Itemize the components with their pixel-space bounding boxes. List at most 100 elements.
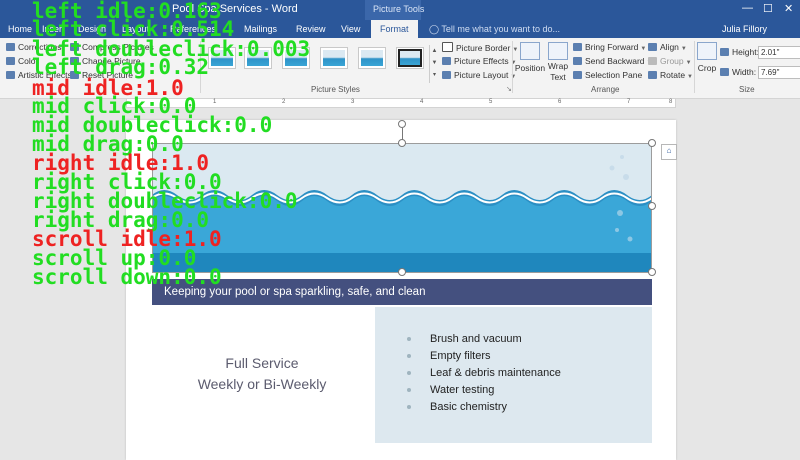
context-tab-group-label: Picture Tools (373, 4, 425, 14)
tab-format[interactable]: Format (371, 20, 418, 38)
services-list: Brush and vacuum Empty filters Leaf & de… (375, 307, 652, 443)
tab-home[interactable]: Home (8, 24, 32, 34)
position-icon (520, 42, 540, 60)
color-icon (6, 57, 15, 65)
picture-layout-button[interactable]: Picture Layout ▼ (442, 70, 516, 80)
overlay-line: scroll down:0.0 (32, 265, 222, 289)
picture-layout-label: Picture Layout (454, 70, 509, 80)
wrap-text-icon (548, 42, 568, 60)
group-divider (694, 41, 695, 93)
resize-handle-top-right[interactable] (648, 139, 656, 147)
picture-border-icon (442, 42, 453, 52)
bullet-icon (407, 405, 411, 409)
position-button[interactable]: Position (514, 42, 546, 73)
list-item: Leaf & debris maintenance (407, 367, 561, 379)
artistic-effects-icon (6, 71, 15, 79)
bullet-icon (407, 354, 411, 358)
lightbulb-icon: ◯ (429, 24, 440, 34)
ruler-number: 5 (489, 99, 493, 105)
ruler-number: 1 (213, 99, 217, 105)
resize-handle-right[interactable] (648, 202, 656, 210)
banner-text: Keeping your pool or spa sparkling, safe… (152, 279, 652, 305)
group-button[interactable]: Group ▼ (648, 56, 692, 66)
group-divider (512, 41, 513, 93)
position-label: Position (514, 63, 546, 73)
minimize-button[interactable]: — (742, 2, 753, 14)
rotate-button[interactable]: Rotate ▼ (648, 70, 693, 80)
crop-button[interactable]: Crop (696, 42, 718, 73)
height-label: Height: (720, 47, 759, 57)
picture-style-thumb[interactable] (396, 47, 424, 69)
wrap-text-label: Wrap Text (547, 61, 569, 82)
more-icon[interactable]: ▾ (430, 69, 439, 81)
group-icon (648, 57, 657, 65)
picture-layout-icon (442, 71, 451, 79)
selection-pane-button[interactable]: Selection Pane (573, 70, 642, 80)
list-item: Water testing (407, 384, 494, 396)
align-button[interactable]: Align ▼ (648, 42, 687, 52)
close-button[interactable]: ✕ (784, 2, 793, 15)
service-type: Full Service (225, 355, 299, 371)
tell-me-search[interactable]: ◯ Tell me what you want to do... (429, 24, 560, 35)
crop-label: Crop (697, 63, 717, 73)
horizontal-ruler[interactable]: 1 2 3 4 5 6 7 8 (126, 98, 676, 108)
width-label-text: Width: (732, 67, 757, 77)
selection-pane-label: Selection Pane (585, 70, 643, 80)
picture-border-button[interactable]: Picture Border ▼ (442, 42, 518, 53)
ruler-number: 8 (669, 99, 673, 105)
ruler-number: 3 (351, 99, 355, 105)
tab-review[interactable]: Review (296, 24, 326, 34)
picture-border-label: Picture Border (456, 43, 511, 53)
picture-style-thumb[interactable] (320, 47, 348, 69)
ruler-number: 2 (282, 99, 286, 105)
size-group-label: Size (739, 85, 755, 94)
bullet-icon (407, 371, 411, 375)
send-backward-label: Send Backward (585, 56, 645, 66)
resize-handle-top[interactable] (398, 139, 406, 147)
picture-styles-group-label: Picture Styles (311, 85, 360, 94)
tab-view[interactable]: View (341, 24, 360, 34)
rotate-icon (648, 71, 657, 79)
align-icon (648, 43, 657, 51)
picture-effects-icon (442, 57, 451, 65)
list-item: Brush and vacuum (407, 333, 522, 345)
user-name[interactable]: Julia Fillory (722, 24, 767, 34)
ruler-number: 7 (627, 99, 631, 105)
bring-forward-button[interactable]: Bring Forward ▼ (573, 42, 646, 52)
send-backward-button[interactable]: Send Backward▼ (573, 56, 653, 66)
crop-icon (697, 42, 717, 60)
service-text: Full Service Weekly or Bi-Weekly (152, 353, 372, 395)
bring-forward-label: Bring Forward (585, 42, 639, 52)
gallery-scroll[interactable]: ▲ ▼ ▾ (429, 45, 439, 83)
picture-effects-label: Picture Effects (454, 56, 509, 66)
ruler-number: 4 (420, 99, 424, 105)
service-frequency: Weekly or Bi-Weekly (197, 376, 327, 392)
resize-handle-bottom[interactable] (398, 268, 406, 276)
height-field[interactable]: 2.01" (758, 46, 800, 59)
wrap-text-button[interactable]: Wrap Text (545, 42, 571, 83)
send-backward-icon (573, 57, 582, 65)
chevron-down-icon[interactable]: ▼ (430, 57, 439, 69)
bullet-icon (407, 337, 411, 341)
dialog-launcher-icon[interactable]: ↘ (506, 85, 512, 93)
corrections-icon (6, 43, 15, 51)
maximize-button[interactable]: ☐ (763, 2, 773, 15)
picture-style-thumb[interactable] (358, 47, 386, 69)
rotate-handle[interactable] (398, 120, 406, 128)
chevron-up-icon[interactable]: ▲ (430, 45, 439, 57)
ruler-number: 6 (558, 99, 562, 105)
picture-effects-button[interactable]: Picture Effects ▼ (442, 56, 517, 66)
selection-pane-icon (573, 71, 582, 79)
list-item: Empty filters (407, 350, 491, 362)
width-field[interactable]: 7.69" (758, 66, 800, 79)
tab-mailings[interactable]: Mailings (244, 24, 277, 34)
height-label-text: Height: (732, 47, 759, 57)
height-icon (720, 48, 729, 56)
layout-options-icon[interactable]: ⌂ (661, 144, 677, 160)
align-label: Align (660, 42, 679, 52)
rotate-label: Rotate (660, 70, 686, 80)
arrange-group-label: Arrange (591, 85, 620, 94)
width-icon (720, 68, 729, 76)
width-label: Width: (720, 67, 756, 77)
resize-handle-bottom-right[interactable] (648, 268, 656, 276)
